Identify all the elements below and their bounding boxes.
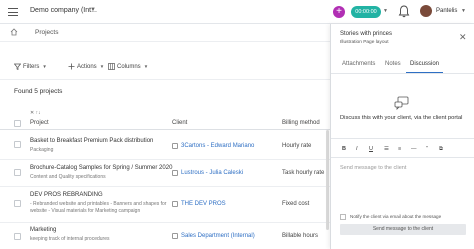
billing-method: Hourly rate <box>282 143 312 149</box>
client-icon <box>172 170 178 176</box>
chevron-down-icon: ▼ <box>99 64 105 69</box>
results-count: Found 5 projects <box>14 88 63 95</box>
client-name: Sales Department (Internal) <box>181 233 255 239</box>
tab-discussion[interactable]: Discussion <box>410 61 439 67</box>
client-link[interactable]: THE DEV PROS <box>172 201 226 207</box>
column-header-project[interactable]: Project <box>30 120 49 126</box>
discussion-prompt: Discuss this with your client, via the c… <box>340 115 463 121</box>
quote-button[interactable]: ” <box>426 146 428 152</box>
italic-button[interactable]: I <box>356 146 358 152</box>
client-link[interactable]: 3Cartons - Edward Mariano <box>172 143 254 149</box>
divider <box>0 129 330 130</box>
columns-icon <box>108 63 115 70</box>
divider <box>331 138 474 139</box>
columns-button[interactable]: Columns ▼ <box>108 61 148 72</box>
filters-button[interactable]: Filters ▼ <box>14 61 47 72</box>
row-checkbox[interactable] <box>14 233 21 240</box>
billing-method: Billable hours <box>282 233 319 239</box>
company-selector[interactable]: Demo company (Int... <box>30 7 97 14</box>
chat-icon <box>394 96 409 110</box>
client-name: Lustrous - Julia Caleski <box>181 170 244 176</box>
send-message-button[interactable]: Send message to the client <box>340 224 466 235</box>
client-icon <box>172 201 178 207</box>
notify-label: Notify the client via email about the me… <box>350 214 442 219</box>
embed-button[interactable]: ⧉ <box>439 146 443 153</box>
project-title[interactable]: Basket to Breakfast Premium Pack distrib… <box>30 138 153 144</box>
top-bar: Demo company (Int... ▼ + 00:00:00 ▼ Pant… <box>0 0 474 24</box>
numbered-list-button[interactable]: ≡ <box>398 146 401 152</box>
column-header-client[interactable]: Client <box>172 120 187 126</box>
timer-button[interactable]: 00:00:00 <box>351 6 381 18</box>
horizontal-rule-button[interactable]: — <box>411 146 417 152</box>
divider <box>0 186 330 187</box>
scrollbar[interactable] <box>326 130 329 230</box>
bullet-list-button[interactable]: ☰ <box>384 146 389 152</box>
divider <box>331 157 474 158</box>
divider <box>0 79 330 80</box>
client-icon <box>172 233 178 239</box>
client-name: 3Cartons - Edward Mariano <box>181 143 255 149</box>
client-link[interactable]: Sales Department (Internal) <box>172 233 255 239</box>
add-button[interactable]: + <box>333 6 345 18</box>
row-checkbox[interactable] <box>14 169 21 176</box>
filter-icon <box>14 63 21 70</box>
filters-label: Filters <box>23 63 40 70</box>
project-description: - Rebranded website and printables - Ban… <box>30 201 167 207</box>
project-description: Content and Quality specifications <box>30 174 106 180</box>
project-description: website - Visual materials for Marketing… <box>30 208 141 214</box>
select-all-checkbox[interactable] <box>14 120 21 127</box>
panel-title: Stories with princes <box>340 31 393 37</box>
project-description: keeping track of internal procedures <box>30 236 110 242</box>
avatar[interactable] <box>420 5 432 17</box>
menu-icon[interactable] <box>8 8 18 16</box>
billing-method: Fixed cost <box>282 201 310 207</box>
chevron-down-icon[interactable]: ▼ <box>383 8 388 14</box>
project-description: Packaging <box>30 147 54 153</box>
sort-icon[interactable]: ✕ ↑↓ <box>30 110 41 116</box>
chevron-down-icon[interactable]: ▼ <box>461 8 466 14</box>
row-checkbox[interactable] <box>14 141 21 148</box>
actions-button[interactable]: Actions ▼ <box>68 61 104 72</box>
message-input[interactable]: Send message to the client <box>340 165 406 171</box>
project-title[interactable]: Marketing <box>30 227 56 233</box>
actions-icon <box>68 63 75 70</box>
actions-label: Actions <box>77 63 97 70</box>
tab-attachments[interactable]: Attachments <box>342 61 375 67</box>
project-title[interactable]: DEV PROS REBRANDING <box>30 192 103 198</box>
bell-icon[interactable] <box>398 5 410 18</box>
underline-button[interactable]: U <box>369 146 373 152</box>
breadcrumb[interactable]: Projects <box>35 29 58 36</box>
divider <box>0 222 330 223</box>
client-link[interactable]: Lustrous - Julia Caleski <box>172 170 243 176</box>
bold-button[interactable]: B <box>342 146 346 152</box>
chevron-down-icon: ▼ <box>42 64 47 69</box>
column-header-billing[interactable]: Billing method <box>282 120 320 126</box>
divider <box>0 41 330 42</box>
client-icon <box>172 143 178 149</box>
user-name[interactable]: Pantelis <box>436 8 457 14</box>
notify-checkbox[interactable] <box>340 214 346 220</box>
project-title[interactable]: Brochure-Catalog Samples for Spring / Su… <box>30 165 172 171</box>
panel-subtitle: Illustration Page layout <box>340 40 389 45</box>
row-checkbox[interactable] <box>14 200 21 207</box>
close-icon[interactable]: ✕ <box>459 32 467 43</box>
divider <box>0 159 330 160</box>
discussion-panel: Stories with princes Illustration Page l… <box>330 24 474 249</box>
columns-label: Columns <box>117 63 141 70</box>
client-name: THE DEV PROS <box>181 201 226 207</box>
billing-method: Task hourly rate <box>282 170 325 176</box>
chevron-down-icon: ▼ <box>143 64 149 69</box>
home-icon[interactable] <box>10 28 18 36</box>
chevron-down-icon[interactable]: ▼ <box>90 7 96 13</box>
tab-notes[interactable]: Notes <box>385 61 401 67</box>
divider <box>331 73 474 74</box>
